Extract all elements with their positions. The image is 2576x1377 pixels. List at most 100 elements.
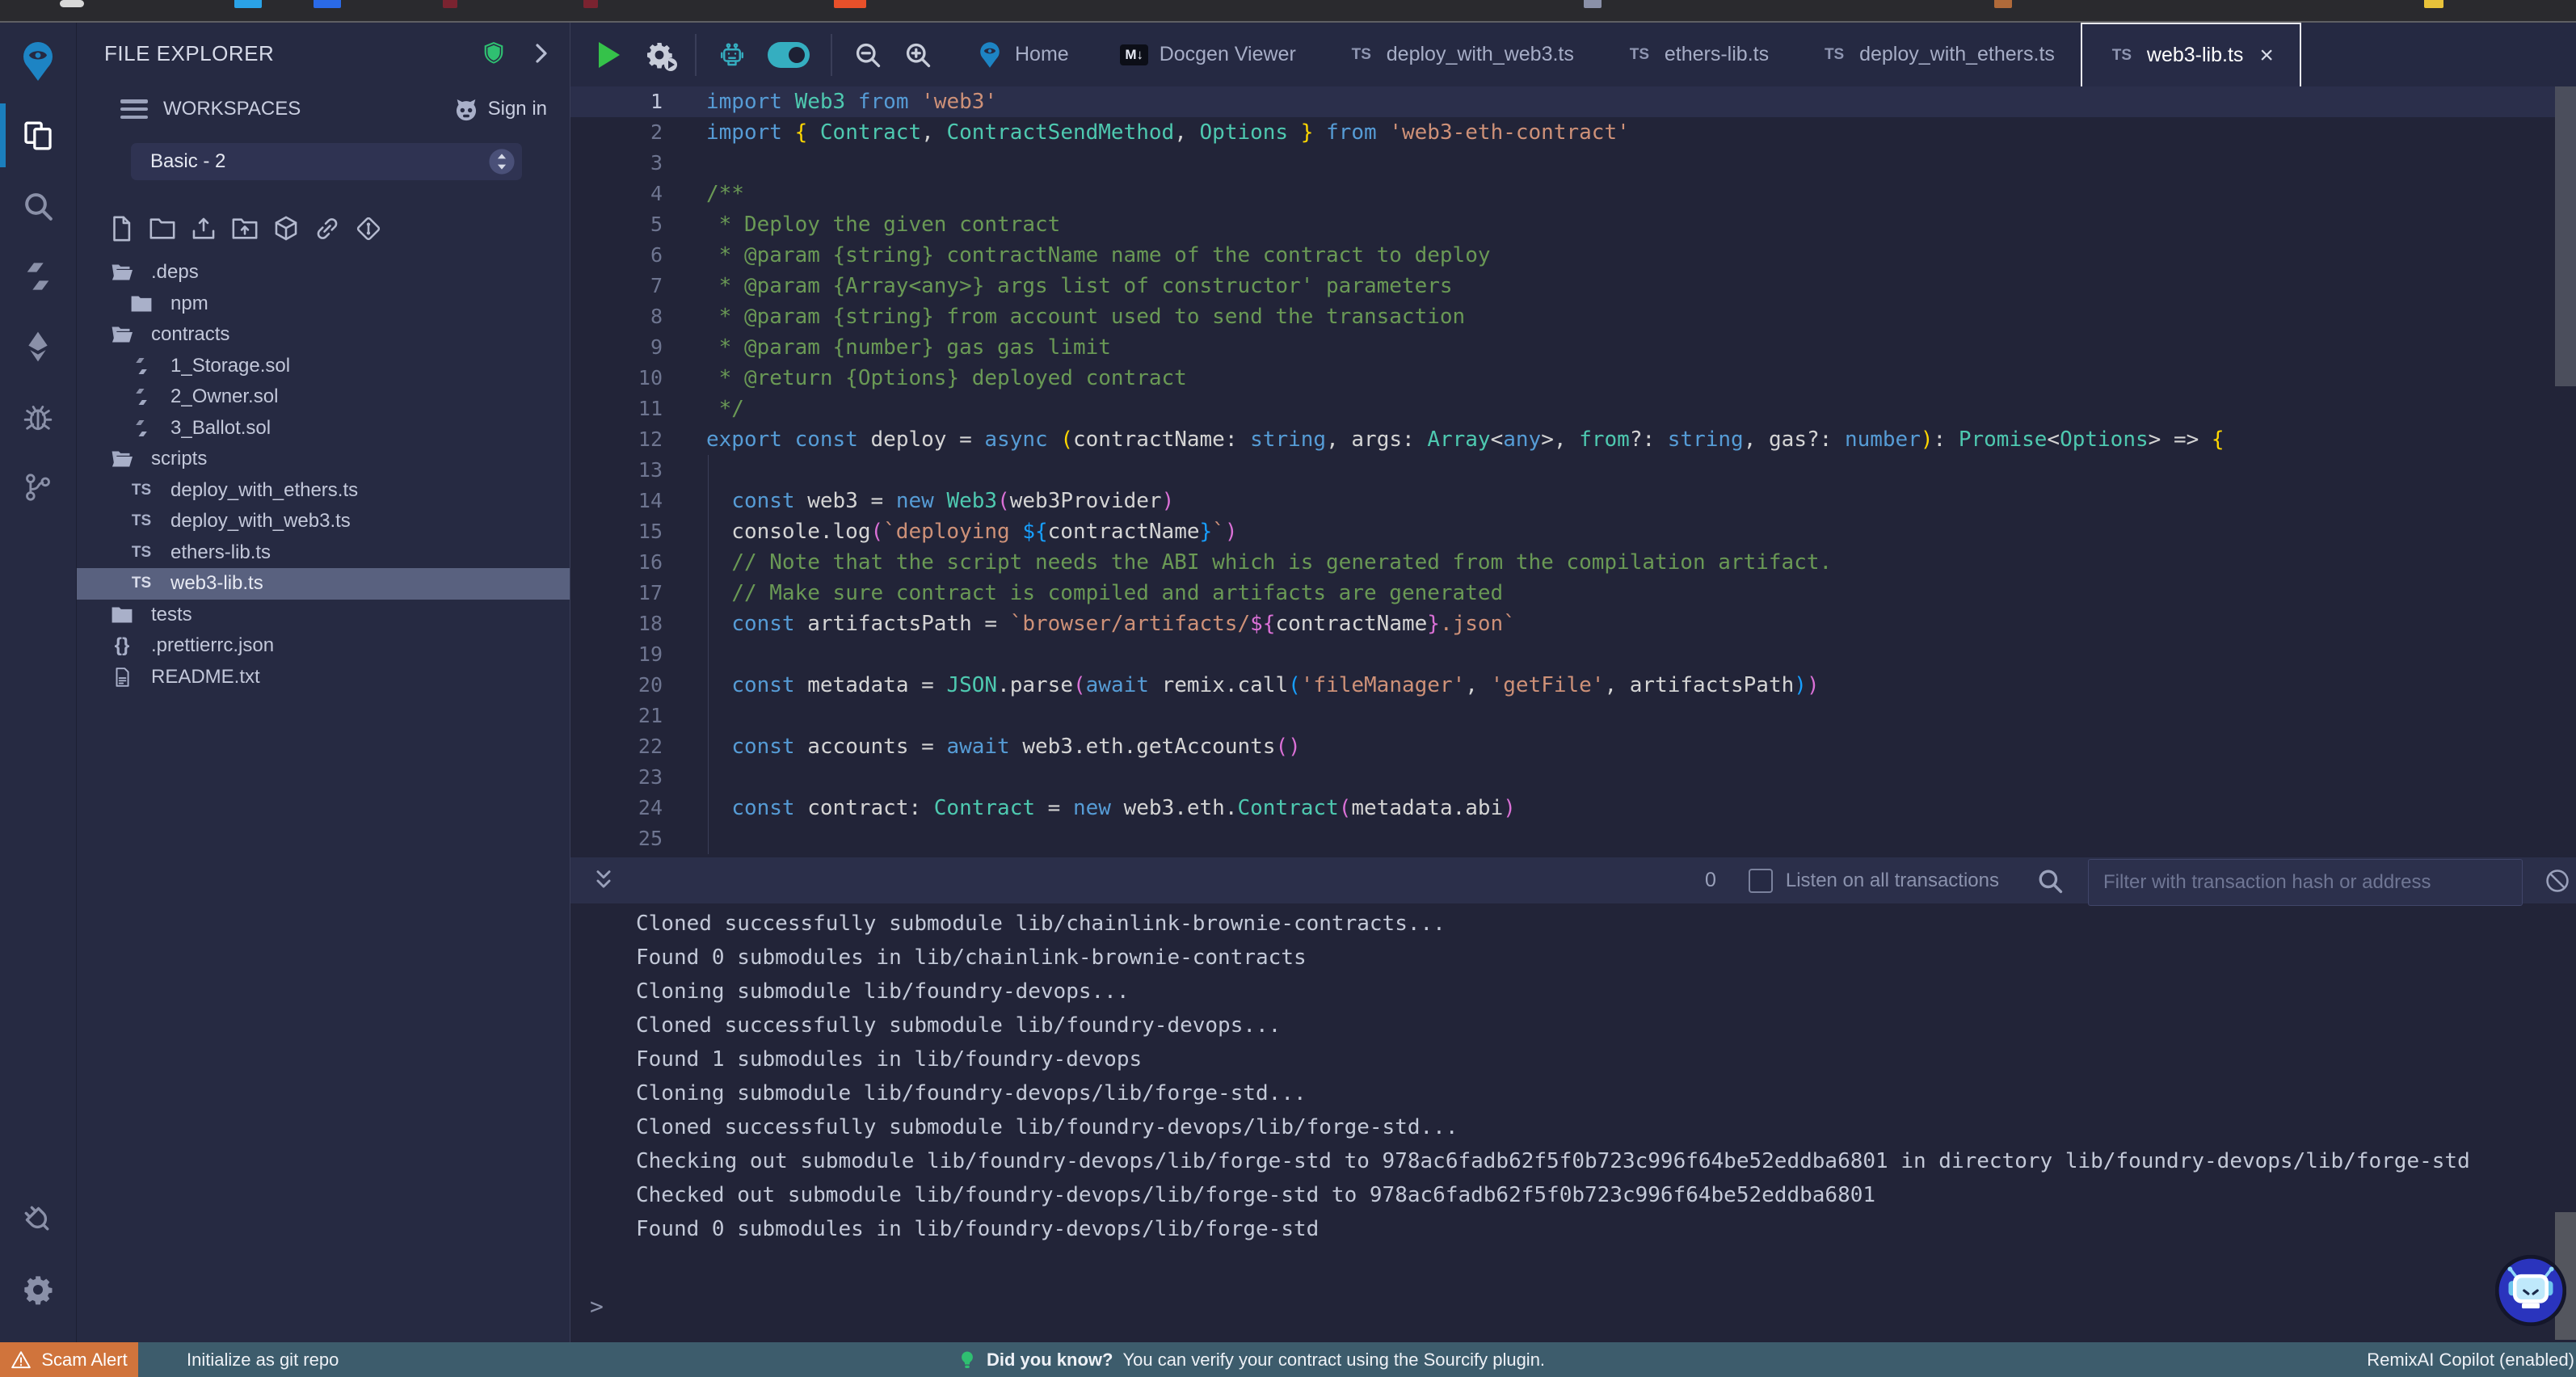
upload-file-icon[interactable] [190,215,217,242]
terminal-line: Found 0 submodules in lib/foundry-devops… [636,1212,2576,1246]
git-icon[interactable] [355,215,382,242]
editor-tabbar: Home M↓Docgen ViewerTSdeploy_with_web3.ts… [570,23,2576,86]
listen-all-transactions-checkbox[interactable] [1749,869,1773,893]
terminal-line: Cloning submodule lib/foundry-devops... [636,975,2576,1009]
tree-item-ethers-lib.ts[interactable]: TSethers-lib.ts [77,537,570,569]
tree-item-label: README.txt [151,666,260,688]
browser-favicon-fragment [443,0,457,8]
workspace-stepper-icon[interactable] [488,148,516,175]
line-number: 10 [570,363,695,394]
git-init-button[interactable]: Initialize as git repo [187,1350,339,1371]
terminal-prompt[interactable]: > [590,1293,604,1320]
zoom-out-icon[interactable] [853,40,882,69]
line-number: 4 [570,179,695,209]
tree-item-tests[interactable]: tests [77,600,570,631]
code-line: 5 * Deploy the given contract [570,209,2576,240]
ipfs-cube-icon[interactable] [272,215,300,242]
tab-web3-lib-ts[interactable]: TSweb3-lib.ts× [2081,23,2301,86]
tree-item-1_Storage.sol[interactable]: 1_Storage.sol [77,351,570,382]
tab-label: Home [1015,43,1069,66]
toolbar-divider [695,34,697,76]
terminal-output[interactable]: Cloned successfully submodule lib/chainl… [570,903,2576,1342]
transaction-filter-input[interactable] [2088,859,2523,906]
line-number: 19 [570,639,695,670]
tree-item-label: deploy_with_web3.ts [170,510,351,533]
folder-closed-icon [128,293,154,314]
tab-label: web3-lib.ts [2147,44,2244,67]
tab-label: deploy_with_ethers.ts [1859,43,2055,66]
run-settings-icon[interactable] [645,40,674,69]
chevron-right-icon[interactable] [528,40,554,66]
scam-alert-button[interactable]: Scam Alert [0,1342,138,1377]
line-number: 22 [570,731,695,762]
line-number: 1 [570,86,695,117]
remix-logo-icon[interactable] [0,23,76,100]
new-file-icon[interactable] [107,215,135,242]
remix-logo-icon [976,41,1004,69]
workspace-select[interactable]: Basic - 2 [131,143,522,180]
tree-item-README.txt[interactable]: README.txt [77,662,570,693]
tree-item-2_Owner.sol[interactable]: 2_Owner.sol [77,381,570,413]
new-folder-icon[interactable] [149,215,176,242]
tree-item-scripts[interactable]: scripts [77,444,570,475]
line-number: 21 [570,701,695,731]
indent-guide [708,455,709,854]
tip-text: You can verify your contract using the S… [1122,1350,1545,1371]
file-explorer-icon[interactable] [0,100,76,171]
tab-deploy-with-web3-ts[interactable]: TSdeploy_with_web3.ts [1322,23,1600,86]
ai-copilot-toggle[interactable] [768,42,810,68]
terminal-collapse-icon[interactable] [590,867,617,895]
tab-deploy-with-ethers-ts[interactable]: TSdeploy_with_ethers.ts [1795,23,2081,86]
code-line: 8 * @param {string} from account used to… [570,301,2576,332]
debugger-icon[interactable] [0,381,76,452]
did-you-know-tip: Did you know? You can verify your contra… [958,1350,1545,1371]
github-signin-button[interactable]: Sign in [452,95,547,123]
github-icon [452,95,480,123]
transaction-count: 0 [1705,869,1716,892]
code-line: 16 // Note that the script needs the ABI… [570,547,2576,578]
tree-item-web3-lib.ts[interactable]: TSweb3-lib.ts [77,568,570,600]
link-icon[interactable] [314,215,341,242]
source-control-icon[interactable] [0,452,76,522]
solidity-compiler-icon[interactable] [0,241,76,311]
tree-item-label: 3_Ballot.sol [170,417,271,440]
tab-label: ethers-lib.ts [1665,43,1769,66]
plugin-manager-icon[interactable] [0,1184,76,1254]
code-editor[interactable]: 1import Web3 from 'web3'2import { Contra… [570,86,2576,857]
deploy-and-run-icon[interactable] [0,311,76,381]
code-line: 11 */ [570,394,2576,424]
tree-item-contracts[interactable]: contracts [77,319,570,351]
tab-docgen-viewer[interactable]: M↓Docgen Viewer [1095,23,1322,86]
search-icon[interactable] [0,171,76,241]
tree-item-label: 1_Storage.sol [170,355,290,377]
tree-item-.prettierrc.json[interactable]: {}.prettierrc.json [77,630,570,662]
zoom-in-icon[interactable] [903,40,932,69]
copilot-status[interactable]: RemixAI Copilot (enabled) [2367,1350,2576,1371]
folder-open-icon [109,262,135,283]
run-script-icon[interactable] [595,40,624,69]
close-tab-icon[interactable]: × [2259,44,2274,68]
line-number: 25 [570,823,695,854]
tab-ethers-lib-ts[interactable]: TSethers-lib.ts [1600,23,1795,86]
clear-console-icon[interactable] [2544,867,2571,895]
terminal-search-icon [2036,867,2064,895]
tree-item-npm[interactable]: npm [77,288,570,320]
editor-scrollbar[interactable] [2555,86,2576,386]
tree-item-deploy_with_ethers.ts[interactable]: TSdeploy_with_ethers.ts [77,475,570,507]
tab-home[interactable]: Home [950,23,1095,86]
browser-favicon-fragment [1994,0,2012,8]
tree-item-deploy_with_web3.ts[interactable]: TSdeploy_with_web3.ts [77,506,570,537]
browser-favicon-fragment [1584,0,1602,8]
workspaces-label: WORKSPACES [163,98,301,120]
line-number: 11 [570,394,695,424]
upload-folder-icon[interactable] [231,215,259,242]
ai-robot-icon[interactable] [718,40,747,69]
tree-item-3_Ballot.sol[interactable]: 3_Ballot.sol [77,413,570,444]
activity-rail [0,23,76,1342]
remix-ai-assistant-button[interactable] [2495,1255,2566,1326]
browser-favicon-fragment [314,0,341,8]
tree-item-.deps[interactable]: .deps [77,257,570,288]
tab-list: Home M↓Docgen ViewerTSdeploy_with_web3.ts… [950,23,2301,86]
workspace-menu-icon[interactable] [120,99,148,119]
settings-icon[interactable] [0,1254,76,1324]
